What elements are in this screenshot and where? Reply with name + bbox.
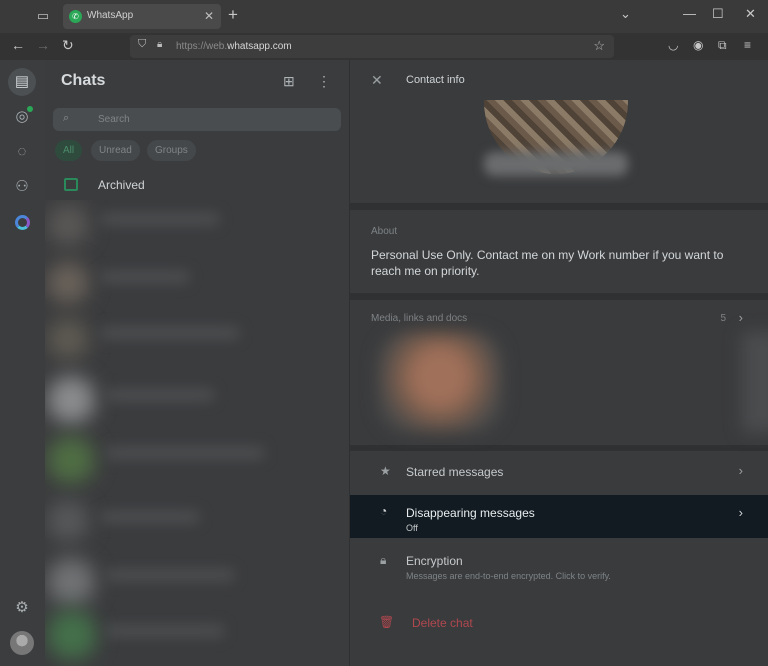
extensions-icon[interactable]: ⧉ (718, 38, 727, 53)
bookmark-star-icon[interactable]: ☆ (593, 38, 605, 54)
profile-area (350, 60, 768, 203)
maximize-button[interactable]: ☐ (712, 6, 724, 22)
media-count: 5 (720, 313, 726, 324)
disappearing-messages-label: Disappearing messages (406, 506, 535, 520)
chevron-right-icon: › (738, 505, 743, 520)
encryption-row[interactable]: 🔒︎ Encryption Messages are end-to-end en… (350, 543, 768, 591)
media-label: Media, links and docs (371, 313, 468, 324)
delete-chat-label: Delete chat (412, 616, 473, 630)
tab-overflow-chevron-icon[interactable]: ⌄ (620, 6, 631, 22)
archived-row[interactable]: Archived (45, 170, 349, 200)
filter-chip-all[interactable]: All (55, 140, 83, 161)
starred-messages-row[interactable]: ★ Starred messages › (350, 451, 768, 493)
blurred-chat-list[interactable] (45, 200, 349, 666)
contact-actions-list: ★ Starred messages › ◔ Disappearing mess… (350, 451, 768, 666)
chats-nav-icon[interactable]: ▤ (8, 68, 36, 96)
nav-rail: ▤ ◎ ◌ ⚇ ⚙ (0, 60, 45, 666)
lock-icon[interactable]: 🔒︎ (157, 39, 162, 50)
filter-chip-unread[interactable]: Unread (91, 140, 140, 161)
new-chat-icon[interactable]: ⊞ (283, 73, 295, 90)
starred-messages-label: Starred messages (406, 465, 504, 479)
menu-icon[interactable]: ≡ (744, 38, 751, 52)
more-options-icon[interactable]: ⋮ (317, 73, 331, 90)
media-thumbnail[interactable] (378, 332, 502, 432)
new-tab-button[interactable]: + (228, 5, 238, 25)
browser-navbar: ← → ↻ ⛉ 🔒︎ https://web.whatsapp.com ☆ ◡ … (0, 33, 768, 60)
search-icon: ⌕ (63, 112, 70, 124)
star-icon: ★ (380, 464, 391, 478)
archived-label: Archived (98, 178, 145, 192)
delete-chat-row[interactable]: 🗑︎ Delete chat (350, 601, 768, 641)
close-icon[interactable]: ✕ (371, 72, 383, 89)
archive-icon (64, 178, 78, 191)
lock-icon: 🔒︎ (380, 553, 387, 567)
about-label: About (371, 226, 398, 237)
chevron-right-icon: › (738, 463, 743, 478)
contact-name-blurred (484, 152, 628, 176)
minimize-button[interactable]: — (683, 6, 696, 21)
chats-title: Chats (61, 72, 106, 89)
disappearing-messages-row[interactable]: ◔ Disappearing messages Off › (350, 495, 768, 538)
url-bar[interactable]: ⛉ 🔒︎ https://web.whatsapp.com ☆ (130, 35, 614, 58)
trash-icon: 🗑︎ (379, 615, 395, 629)
browser-tab-whatsapp[interactable]: ✆ WhatsApp ✕ (63, 4, 221, 29)
tab-close-icon[interactable]: ✕ (204, 9, 214, 23)
status-nav-icon[interactable]: ◎ (8, 103, 36, 131)
browser-tabbar: ▭ ✆ WhatsApp ✕ + ⌄ — ☐ ✕ (0, 0, 768, 33)
url-text[interactable]: https://web.whatsapp.com (176, 41, 292, 52)
reload-button[interactable]: ↻ (62, 37, 74, 54)
status-unread-dot (27, 106, 33, 112)
whatsapp-app: ▤ ◎ ◌ ⚇ ⚙ Chats ⊞ ⋮ ⌕ Search All Unread … (0, 60, 768, 666)
whatsapp-favicon-icon: ✆ (69, 10, 82, 23)
forward-button[interactable]: → (36, 37, 50, 53)
media-section[interactable]: Media, links and docs 5 › (350, 300, 768, 445)
encryption-subtext: Messages are end-to-end encrypted. Click… (406, 571, 611, 581)
contact-info-header: ✕ Contact info (350, 60, 768, 100)
pocket-icon[interactable]: ◡ (668, 38, 678, 52)
encryption-label: Encryption (406, 554, 463, 568)
tab-title: WhatsApp (87, 10, 134, 21)
disappearing-messages-value: Off (406, 523, 418, 533)
shield-icon[interactable]: ⛉ (138, 38, 146, 51)
chevron-right-icon[interactable]: › (739, 310, 743, 325)
settings-gear-icon[interactable]: ⚙ (8, 594, 36, 622)
search-placeholder: Search (98, 114, 130, 125)
back-button[interactable]: ← (11, 37, 25, 53)
contact-info-title: Contact info (406, 74, 465, 86)
account-icon[interactable]: ◉ (693, 38, 703, 52)
about-text: Personal Use Only. Contact me on my Work… (371, 248, 724, 278)
tab-list-icon[interactable]: ▭ (34, 8, 52, 24)
timer-icon: ◔ (380, 504, 388, 518)
close-window-button[interactable]: ✕ (745, 6, 756, 22)
search-input[interactable]: ⌕ Search (53, 108, 341, 131)
channels-nav-icon[interactable]: ◌ (8, 138, 36, 166)
media-thumbnail[interactable] (742, 332, 768, 432)
about-section: About Personal Use Only. Contact me on m… (350, 210, 768, 293)
communities-nav-icon[interactable]: ⚇ (8, 173, 36, 201)
contact-info-panel: ✕ Contact info About Personal Use Only. … (350, 60, 768, 666)
meta-ai-icon[interactable] (8, 208, 36, 236)
profile-avatar[interactable] (10, 631, 34, 655)
chat-list-panel: Chats ⊞ ⋮ ⌕ Search All Unread Groups Arc… (45, 60, 349, 666)
filter-chip-groups[interactable]: Groups (147, 140, 196, 161)
